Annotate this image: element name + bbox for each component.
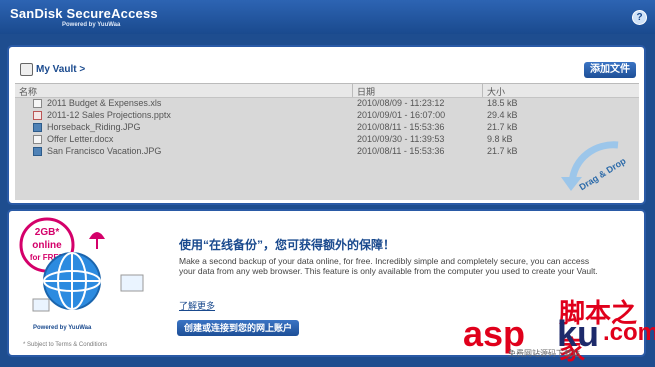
file-date: 2010/09/01 - 16:07:00: [357, 110, 446, 120]
file-name: Horseback_Riding.JPG: [47, 122, 141, 132]
drag-drop-label: Drag & Drop: [577, 155, 628, 192]
table-row[interactable]: 2011-12 Sales Projections.pptx 2010/09/0…: [15, 110, 639, 121]
table-row[interactable]: 2011 Budget & Expenses.xls 2010/08/09 - …: [15, 98, 639, 109]
file-size: 18.5 kB: [487, 98, 518, 108]
title-bar: SanDisk SecureAccess Powered by YuuWaa ?: [0, 0, 655, 34]
powered-by-text: Powered by YuuWaa: [62, 22, 121, 28]
file-size: 9.8 kB: [487, 134, 513, 144]
col-header-date[interactable]: 日期: [357, 85, 375, 98]
file-name: Offer Letter.docx: [47, 134, 114, 144]
presentation-icon: [33, 111, 42, 120]
file-date: 2010/09/30 - 11:39:53: [357, 134, 445, 144]
terms-note: * Subject to Terms & Conditions: [23, 342, 108, 348]
svg-text:2GB*: 2GB*: [35, 227, 60, 238]
column-separator[interactable]: [482, 84, 483, 97]
document-icon: [33, 135, 42, 144]
learn-more-link[interactable]: 了解更多: [179, 299, 215, 312]
table-row[interactable]: Horseback_Riding.JPG 2010/08/11 - 15:53:…: [15, 122, 639, 133]
drag-drop-icon: Drag & Drop: [561, 141, 628, 192]
file-name: 2011 Budget & Expenses.xls: [47, 98, 162, 108]
add-file-button[interactable]: 添加文件: [584, 62, 636, 78]
file-size: 21.7 kB: [487, 122, 518, 132]
breadcrumb[interactable]: My Vault >: [36, 64, 85, 75]
connect-account-button[interactable]: 创建或连接到您的网上账户: [177, 320, 300, 336]
column-separator[interactable]: [352, 84, 353, 97]
globe-icon: [32, 252, 144, 312]
file-date: 2010/08/11 - 15:53:36: [357, 122, 445, 132]
table-row[interactable]: Offer Letter.docx 2010/09/30 - 11:39:53 …: [15, 134, 639, 145]
file-size: 29.4 kB: [487, 110, 518, 120]
file-size: 21.7 kB: [487, 146, 518, 156]
promo-heading: 使用“在线备份”，您可获得额外的保障！: [179, 238, 396, 252]
powered-by-yuuwaa: Powered by YuuWaa: [33, 325, 92, 331]
watermark: 脚本之家 asp ku .com 免费网站源码下载站: [463, 293, 655, 365]
brand-logo: SanDisk SecureAccess: [10, 6, 158, 21]
watermark-net: .com: [603, 319, 655, 346]
file-name: 2011-12 Sales Projections.pptx: [47, 110, 171, 120]
table-row[interactable]: San Francisco Vacation.JPG 2010/08/11 - …: [15, 146, 639, 157]
table-header: 名称 日期 大小: [15, 84, 639, 98]
file-date: 2010/08/11 - 15:53:36: [357, 146, 445, 156]
col-header-name[interactable]: 名称: [19, 85, 37, 98]
spreadsheet-icon: [33, 99, 42, 108]
image-icon: [33, 147, 42, 156]
file-name: San Francisco Vacation.JPG: [47, 146, 162, 156]
file-table: 名称 日期 大小 2011 Budget & Expenses.xls 2010…: [15, 83, 639, 200]
promo-description: Make a second backup of your data online…: [179, 256, 598, 276]
file-date: 2010/08/09 - 11:23:12: [357, 98, 445, 108]
col-header-size[interactable]: 大小: [487, 85, 505, 98]
vault-icon: [20, 63, 33, 76]
watermark-sub: 免费网站源码下载站: [508, 349, 580, 358]
help-icon[interactable]: ?: [632, 10, 647, 25]
vault-panel: My Vault > 添加文件 名称 日期 大小 2011 Budget & E…: [7, 45, 646, 205]
image-icon: [33, 123, 42, 132]
